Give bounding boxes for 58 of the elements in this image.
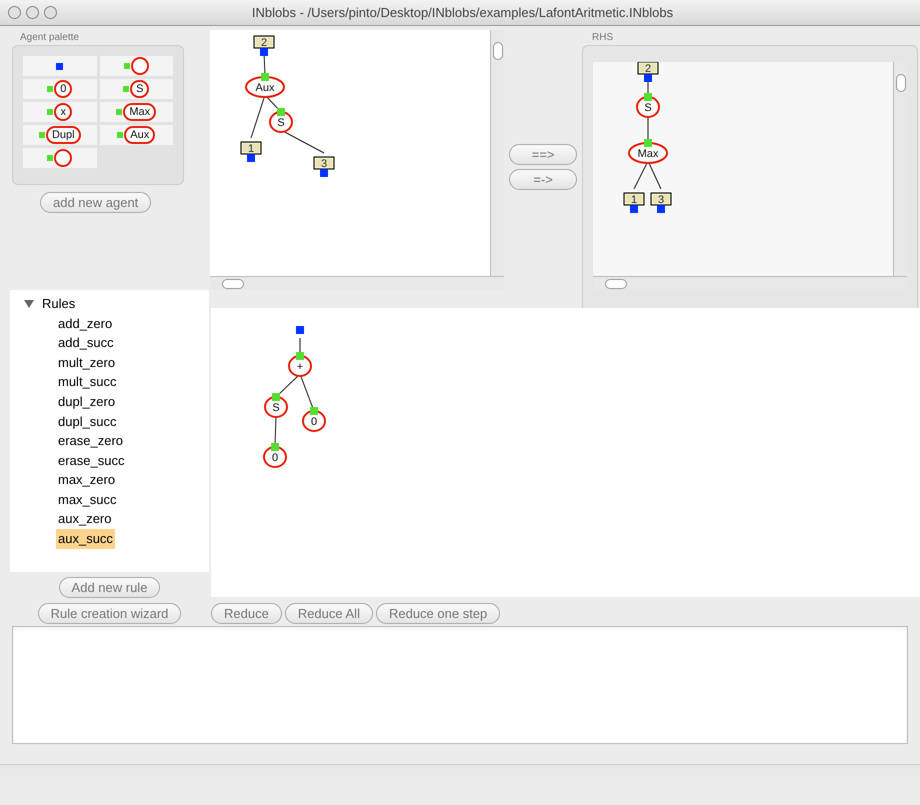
rule-item[interactable]: max_succ [56,490,119,510]
window-control[interactable] [44,6,57,19]
lhs-canvas[interactable]: 2 Aux S 1 3 [210,30,490,276]
agent-node[interactable]: 0 [302,407,326,432]
palette-agent[interactable]: Aux [124,126,156,144]
port-square-icon [116,109,122,115]
palette-agent[interactable]: Max [123,103,156,121]
rewrite-button[interactable]: ==> [509,144,578,165]
rule-item[interactable]: add_succ [56,333,116,353]
net-canvas[interactable]: + S 0 0 [211,308,920,597]
palette-agent[interactable]: x [54,103,72,121]
rule-item[interactable]: add_zero [56,314,114,334]
vertical-scrollbar[interactable] [490,30,504,276]
palette-agent[interactable]: S [130,80,150,98]
rule-item[interactable]: erase_zero [56,431,126,451]
palette-agent[interactable] [130,57,149,75]
port-square-icon [123,86,130,92]
rhs-canvas[interactable]: 2 S Max 1 3 [593,62,893,276]
agent-node[interactable]: 0 [263,443,287,468]
agent-node[interactable]: + [288,352,312,377]
rule-item[interactable]: aux_succ [56,529,115,549]
agent-node[interactable]: S [264,393,288,418]
rule-wizard-button[interactable]: Rule creation wizard [38,603,182,624]
port-square-icon [47,86,54,92]
rewrite-button[interactable]: =-> [509,169,578,190]
reduce-button[interactable]: Reduce All [284,603,373,624]
palette-agent[interactable]: Dupl [46,126,81,144]
palette-title: Agent palette [19,31,80,45]
agent-node[interactable]: Max [628,139,668,164]
horizontal-scrollbar[interactable] [210,276,504,290]
window-control[interactable] [8,6,21,19]
port-square-icon [47,109,54,115]
port-square-icon [117,132,124,138]
port-square-icon [38,132,45,138]
reduce-button[interactable]: Reduce one step [376,603,500,624]
rule-item[interactable]: mult_zero [56,352,118,372]
rule-item[interactable]: dupl_succ [56,412,119,432]
agent-node[interactable]: S [269,108,294,133]
rules-heading[interactable]: Rules [42,294,76,314]
port-square-icon [47,155,54,161]
rule-item[interactable]: max_zero [56,470,118,490]
palette-agent[interactable] [54,149,72,167]
rhs-title: RHS [591,31,614,45]
rule-item[interactable]: erase_succ [56,450,126,470]
rule-item[interactable]: mult_succ [56,372,119,392]
agent-node[interactable]: S [636,93,660,118]
window-control[interactable] [26,6,39,19]
add-agent-button[interactable]: add new agent [40,192,152,213]
rule-item[interactable]: dupl_zero [56,392,118,412]
add-rule-button[interactable]: Add new rule [58,577,160,598]
reduce-button[interactable]: Reduce [211,603,282,624]
expand-triangle-icon[interactable] [24,300,34,308]
agent-node[interactable]: Aux [245,73,286,98]
palette-agent[interactable]: 0 [54,80,72,98]
port-square-icon [124,63,130,69]
port-square-icon[interactable] [56,62,64,70]
rule-item[interactable]: aux_zero [56,509,114,529]
window-title: INblobs - /Users/pinto/Desktop/INblobs/examples/LafontAritmetic.INblobs [250,4,674,22]
